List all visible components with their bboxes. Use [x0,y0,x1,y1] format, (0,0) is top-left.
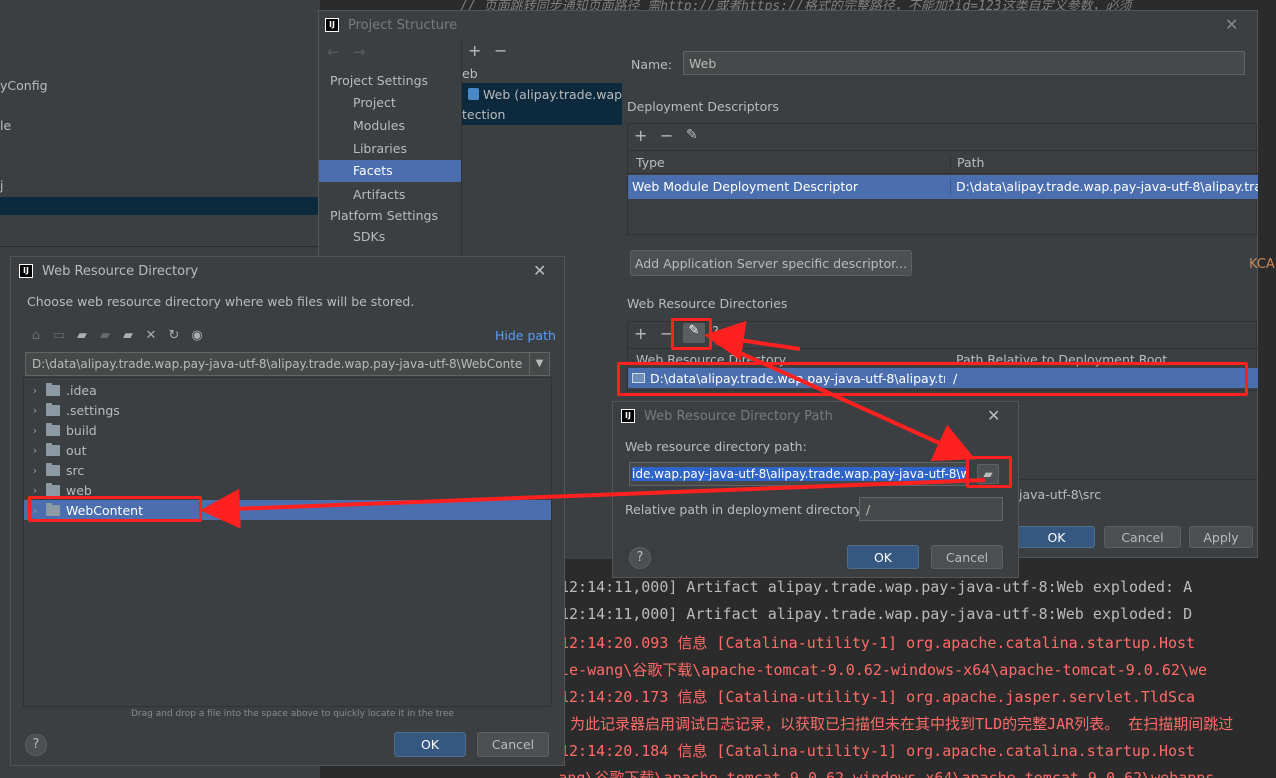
arrow-to-webcontent [200,478,986,529]
annotation-arrows [200,320,986,529]
arrow-to-browse [715,340,976,462]
